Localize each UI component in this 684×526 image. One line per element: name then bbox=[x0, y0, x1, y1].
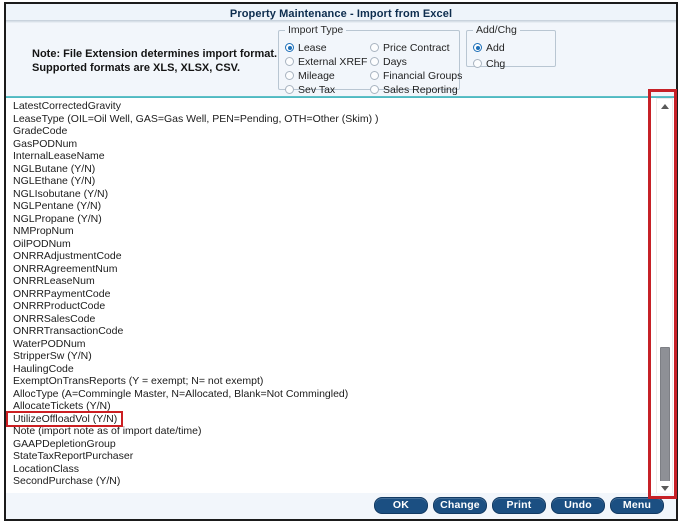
scroll-up-arrow-icon bbox=[660, 104, 669, 109]
field-list-item[interactable]: NGLPentane (Y/N) bbox=[8, 200, 652, 213]
format-note: Note: File Extension determines import f… bbox=[32, 47, 278, 75]
field-list-item[interactable]: WaterPODNum bbox=[8, 338, 652, 351]
field-list-item[interactable]: ONRRAgreementNum bbox=[8, 263, 652, 276]
field-list-item[interactable]: NGLButane (Y/N) bbox=[8, 163, 652, 176]
field-list-item[interactable]: ONRRAdjustmentCode bbox=[8, 250, 652, 263]
radio-mark-icon bbox=[285, 71, 294, 80]
window-title: Property Maintenance - Import from Excel bbox=[229, 8, 453, 20]
field-list-item[interactable]: AllocType (A=Commingle Master, N=Allocat… bbox=[8, 388, 652, 401]
import-type-column-2: Price Contract Days Financial Groups Sal… bbox=[370, 41, 462, 97]
radio-price-contract[interactable]: Price Contract bbox=[370, 41, 462, 54]
format-note-line-2: Supported formats are XLS, XLSX, CSV. bbox=[32, 62, 241, 74]
format-note-line-1: Note: File Extension determines import f… bbox=[32, 48, 278, 60]
field-list-item[interactable]: ONRRSalesCode bbox=[8, 313, 652, 326]
undo-button[interactable]: Undo bbox=[551, 497, 605, 514]
radio-financial-groups[interactable]: Financial Groups bbox=[370, 69, 462, 82]
radio-sev-tax[interactable]: Sev Tax bbox=[285, 83, 367, 96]
field-list-item[interactable]: ONRRPaymentCode bbox=[8, 288, 652, 301]
change-button[interactable]: Change bbox=[433, 497, 487, 514]
field-list-item[interactable]: GasPODNum bbox=[8, 138, 652, 151]
print-button[interactable]: Print bbox=[492, 497, 546, 514]
import-from-excel-dialog: Property Maintenance - Import from Excel… bbox=[0, 0, 684, 526]
field-list-item[interactable]: LatestCorrectedGravity bbox=[8, 100, 652, 113]
radio-mark-icon bbox=[370, 71, 379, 80]
vertical-scrollbar[interactable] bbox=[656, 98, 673, 497]
field-list-scroll-area[interactable]: LatestCorrectedGravity LeaseType (OIL=Oil… bbox=[6, 98, 652, 496]
radio-mark-icon bbox=[473, 43, 482, 52]
radio-sales-reporting-label: Sales Reporting bbox=[383, 83, 458, 96]
radio-mark-icon bbox=[285, 85, 294, 94]
radio-chg-label: Chg bbox=[486, 57, 506, 70]
radio-chg[interactable]: Chg bbox=[473, 57, 505, 70]
import-type-legend: Import Type bbox=[285, 24, 347, 36]
radio-lease-label: Lease bbox=[298, 41, 327, 54]
add-chg-legend: Add/Chg bbox=[473, 24, 520, 36]
field-list-item[interactable]: GradeCode bbox=[8, 125, 652, 138]
radio-mark-icon bbox=[370, 57, 379, 66]
add-chg-group: Add/Chg Add Chg bbox=[466, 24, 556, 70]
menu-button[interactable]: Menu bbox=[610, 497, 664, 514]
radio-mark-icon bbox=[370, 43, 379, 52]
radio-days[interactable]: Days bbox=[370, 55, 462, 68]
field-list-item[interactable]: Note (import note as of import date/time… bbox=[8, 425, 652, 438]
radio-price-contract-label: Price Contract bbox=[383, 41, 450, 54]
button-bar: OK Change Print Undo Menu bbox=[6, 493, 676, 519]
radio-sales-reporting[interactable]: Sales Reporting bbox=[370, 83, 462, 96]
field-list-item[interactable]: StateTaxReportPurchaser bbox=[8, 450, 652, 463]
field-list-item[interactable]: OilPODNum bbox=[8, 238, 652, 251]
add-chg-options: Add Chg bbox=[473, 41, 505, 71]
field-list-item[interactable]: ONRRTransactionCode bbox=[8, 325, 652, 338]
radio-mark-icon bbox=[370, 85, 379, 94]
radio-mileage-label: Mileage bbox=[298, 69, 335, 82]
field-list-item[interactable]: LocationClass bbox=[8, 463, 652, 476]
field-list-item[interactable]: StripperSw (Y/N) bbox=[8, 350, 652, 363]
field-list-item[interactable]: ONRRLeaseNum bbox=[8, 275, 652, 288]
scroll-down-arrow-icon bbox=[660, 486, 669, 491]
window-frame: Property Maintenance - Import from Excel… bbox=[4, 2, 678, 521]
field-list-item[interactable]: NGLIsobutane (Y/N) bbox=[8, 188, 652, 201]
ok-button[interactable]: OK bbox=[374, 497, 428, 514]
field-list-item[interactable]: InternalLeaseName bbox=[8, 150, 652, 163]
field-list-item[interactable]: NGLEthane (Y/N) bbox=[8, 175, 652, 188]
import-type-group: Import Type Lease External XREF Mileage bbox=[278, 24, 462, 96]
radio-mark-icon bbox=[473, 59, 482, 68]
radio-financial-groups-label: Financial Groups bbox=[383, 69, 463, 82]
radio-mark-icon bbox=[285, 57, 294, 66]
title-bar: Property Maintenance - Import from Excel bbox=[6, 4, 676, 20]
field-list-item[interactable]: AllocateTickets (Y/N) bbox=[8, 400, 652, 413]
import-type-column-1: Lease External XREF Mileage Sev Tax bbox=[285, 41, 367, 97]
field-list-item[interactable]: SecondPurchase (Y/N) bbox=[8, 475, 652, 488]
radio-mark-icon bbox=[285, 43, 294, 52]
field-list-item[interactable]: ONRRProductCode bbox=[8, 300, 652, 313]
radio-external-xref-label: External XREF bbox=[298, 55, 368, 68]
radio-add-label: Add bbox=[486, 41, 505, 54]
options-panel: Note: File Extension determines import f… bbox=[6, 23, 676, 96]
radio-days-label: Days bbox=[383, 55, 407, 68]
scrollbar-thumb[interactable] bbox=[660, 347, 670, 492]
field-list-item[interactable]: NGLPropane (Y/N) bbox=[8, 213, 652, 226]
radio-external-xref[interactable]: External XREF bbox=[285, 55, 367, 68]
field-list-item[interactable]: ExemptOnTransReports (Y = exempt; N= not… bbox=[8, 375, 652, 388]
radio-mileage[interactable]: Mileage bbox=[285, 69, 367, 82]
field-list-item[interactable]: LeaseType (OIL=Oil Well, GAS=Gas Well, P… bbox=[8, 113, 652, 126]
radio-lease[interactable]: Lease bbox=[285, 41, 367, 54]
field-list-item[interactable]: UtilizeOffloadVol (Y/N) bbox=[6, 410, 123, 427]
field-list-item[interactable]: NMPropNum bbox=[8, 225, 652, 238]
radio-add[interactable]: Add bbox=[473, 41, 505, 54]
radio-sev-tax-label: Sev Tax bbox=[298, 83, 336, 96]
field-list-item[interactable]: GAAPDepletionGroup bbox=[8, 438, 652, 451]
action-buttons: OK Change Print Undo Menu bbox=[374, 497, 664, 514]
scroll-up-button[interactable] bbox=[657, 99, 672, 114]
field-list-item[interactable]: HaulingCode bbox=[8, 363, 652, 376]
field-list-box: LatestCorrectedGravity LeaseType (OIL=Oil… bbox=[6, 96, 676, 497]
